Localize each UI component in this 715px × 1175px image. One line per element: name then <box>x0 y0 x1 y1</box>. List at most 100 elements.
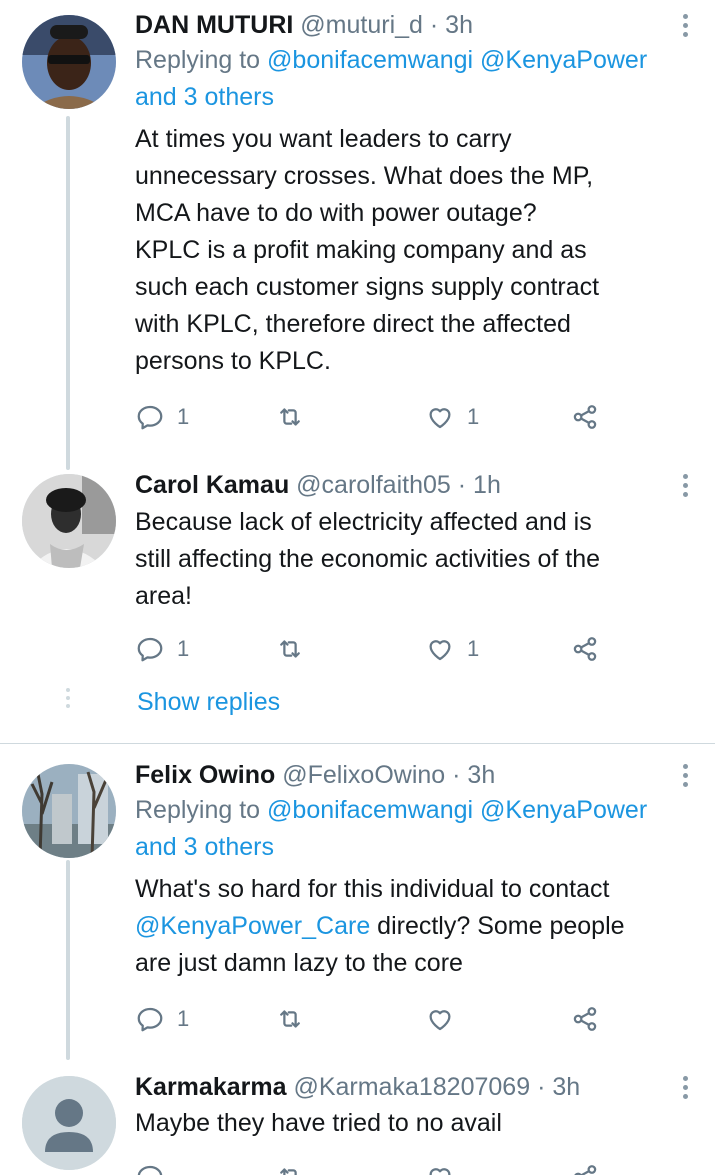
like-button[interactable] <box>425 1160 455 1175</box>
replying-to: Replying to @bonifacemwangi @KenyaPower … <box>135 42 697 116</box>
more-vertical-icon[interactable] <box>675 10 695 40</box>
tweet-text-line: persons to KPLC. <box>135 347 331 375</box>
author-name[interactable]: Carol Kamau <box>135 471 289 499</box>
tweet-header: Karmakarma @Karmaka18207069 · 3h <box>135 1072 697 1102</box>
share-icon <box>573 637 597 661</box>
like-button[interactable]: 1 <box>425 632 479 666</box>
author-name[interactable]: Felix Owino <box>135 761 275 789</box>
author-name[interactable]: DAN MUTURI <box>135 11 293 39</box>
reply-icon <box>137 637 163 662</box>
like-icon <box>429 640 451 661</box>
show-replies-link[interactable]: Show replies <box>137 688 280 717</box>
reply-count: 1 <box>177 1006 190 1031</box>
retweet-button[interactable] <box>275 1002 317 1036</box>
tweet-time: · 3h <box>429 11 473 39</box>
reply-icon <box>137 405 163 430</box>
tweet-text: At times you want leaders to carry unnec… <box>135 121 697 380</box>
retweet-icon <box>280 1010 300 1028</box>
tweet-time: · 3h <box>452 761 496 789</box>
tweet-karmakarma[interactable]: Karmakarma @Karmaka18207069 · 3h Maybe t… <box>0 1060 715 1175</box>
tweet-text-line: @KenyaPower_Care directly? Some people <box>135 908 697 945</box>
tweet-text-line: with KPLC, therefore direct the affected <box>135 310 571 338</box>
more-vertical-icon[interactable] <box>675 760 695 790</box>
tweet-text: Maybe they have tried to no avail <box>135 1109 502 1137</box>
tweet-felix-owino[interactable]: Felix Owino @FelixoOwino · 3h Replying t… <box>0 744 715 1060</box>
tweet-carol-kamau[interactable]: Carol Kamau @carolfaith05 · 1h Because l… <box>0 470 715 742</box>
retweet-icon <box>280 1168 297 1175</box>
more-vertical-icon[interactable] <box>675 470 695 500</box>
mention-others[interactable]: and 3 others <box>135 833 274 861</box>
share-button[interactable] <box>570 1002 600 1036</box>
mention-bonifacemwangi[interactable]: @bonifacemwangi <box>267 796 473 824</box>
retweet-icon <box>280 408 300 426</box>
tweet-dan-muturi[interactable]: DAN MUTURI @muturi_d · 3h Replying to @b… <box>0 0 715 470</box>
reply-count: 1 <box>177 636 190 661</box>
mention-bonifacemwangi[interactable]: @bonifacemwangi <box>267 46 473 74</box>
tweet-text-line: such each customer signs supply contract <box>135 273 600 301</box>
reply-button[interactable]: 1 <box>135 632 189 666</box>
default-avatar-icon[interactable] <box>22 1076 116 1170</box>
tweet-time: · 1h <box>457 471 501 499</box>
tweet-time: · 3h <box>537 1073 581 1101</box>
reply-icon <box>137 1165 163 1175</box>
like-button[interactable]: 1 <box>425 400 479 434</box>
like-count: 1 <box>467 404 480 429</box>
share-icon <box>573 405 597 429</box>
like-icon <box>429 1010 451 1031</box>
tweet-actions <box>135 1160 615 1175</box>
replying-to: Replying to @bonifacemwangi @KenyaPower … <box>135 792 697 866</box>
replying-to-label: Replying to <box>135 46 268 74</box>
share-button[interactable] <box>570 400 600 434</box>
tweet-actions: 1 1 <box>135 632 615 666</box>
share-button[interactable] <box>570 1160 600 1175</box>
tweet-header: DAN MUTURI @muturi_d · 3h <box>135 10 697 40</box>
thread-line <box>66 116 70 470</box>
mention-kenyapower[interactable]: @KenyaPower <box>473 796 647 824</box>
reply-button[interactable]: 1 <box>135 400 189 434</box>
like-button[interactable] <box>425 1002 467 1036</box>
share-icon <box>574 1165 597 1175</box>
like-count: 1 <box>467 636 480 661</box>
retweet-button[interactable] <box>275 632 317 666</box>
author-handle[interactable]: @muturi_d <box>300 11 423 39</box>
tweet-text-line: At times you want leaders to carry <box>135 125 512 153</box>
retweet-button[interactable] <box>275 1160 305 1175</box>
tweet-text-line: Because lack of electricity affected and… <box>135 508 592 536</box>
more-vertical-icon[interactable] <box>675 1072 695 1102</box>
tweet-text-line: area! <box>135 582 192 610</box>
tweet-actions: 1 <box>135 1002 615 1036</box>
replying-to-label: Replying to <box>135 796 268 824</box>
like-icon <box>429 1168 451 1175</box>
mention-kenyapower[interactable]: @KenyaPower <box>473 46 647 74</box>
retweet-icon <box>280 640 300 658</box>
author-handle[interactable]: @carolfaith05 <box>296 471 451 499</box>
mention-kenyapower-care[interactable]: @KenyaPower_Care <box>135 912 370 940</box>
retweet-button[interactable] <box>275 400 317 434</box>
share-button[interactable] <box>570 632 600 666</box>
tweet-text-line: are just damn lazy to the core <box>135 949 463 977</box>
avatar-carol-kamau[interactable] <box>22 474 116 568</box>
mention-others[interactable]: and 3 others <box>135 83 274 111</box>
tweet-header: Felix Owino @FelixoOwino · 3h <box>135 760 697 790</box>
author-name[interactable]: Karmakarma <box>135 1073 287 1101</box>
avatar-dan-muturi[interactable] <box>22 15 116 109</box>
tweet-text: What's so hard for this individual to co… <box>135 871 697 982</box>
reply-count: 1 <box>177 404 190 429</box>
tweet-text-fragment: directly? Some people <box>370 912 625 940</box>
reply-button[interactable] <box>135 1160 165 1175</box>
tweet-header: Carol Kamau @carolfaith05 · 1h <box>135 470 697 500</box>
tweet-text-line: unnecessary crosses. What does the MP, <box>135 162 594 190</box>
reply-icon <box>137 1007 163 1032</box>
tweet-text-line: KPLC is a profit making company and as <box>135 236 587 264</box>
avatar-felix-owino[interactable] <box>22 764 116 858</box>
reply-button[interactable]: 1 <box>135 1002 189 1036</box>
like-icon <box>429 408 451 429</box>
tweet-text: Because lack of electricity affected and… <box>135 504 697 615</box>
tweet-text-line: MCA have to do with power outage? <box>135 199 537 227</box>
tweet-text-line: still affecting the economic activities … <box>135 545 601 573</box>
tweet-actions: 1 1 <box>135 400 615 434</box>
thread-dots <box>66 688 70 708</box>
thread-line <box>66 860 70 1060</box>
author-handle[interactable]: @FelixoOwino <box>282 761 445 789</box>
author-handle[interactable]: @Karmaka18207069 <box>293 1073 530 1101</box>
